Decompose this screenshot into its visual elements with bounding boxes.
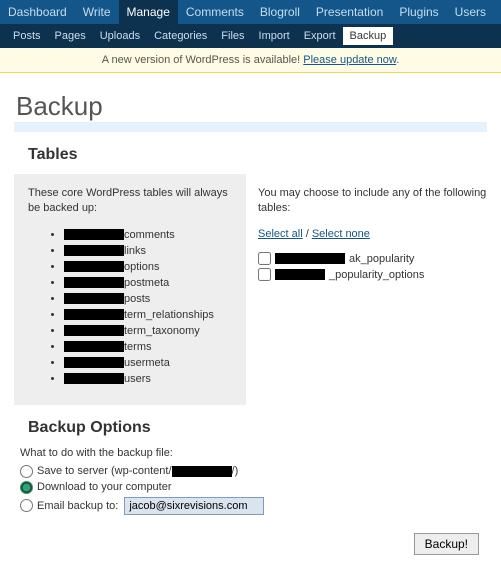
update-notice: A new version of WordPress is available!… bbox=[0, 48, 501, 73]
nav-blogroll[interactable]: Blogroll bbox=[252, 0, 308, 24]
notice-text: A new version of WordPress is available! bbox=[102, 54, 304, 66]
core-tables-list: comments links options postmeta posts te… bbox=[28, 227, 232, 387]
list-item: term_relationships bbox=[64, 307, 232, 323]
subnav-uploads[interactable]: Uploads bbox=[93, 27, 147, 45]
list-item: options bbox=[64, 259, 232, 275]
table-name: ak_popularity bbox=[349, 253, 414, 265]
table-name: _popularity_options bbox=[329, 269, 424, 281]
backup-options-label: What to do with the backup file: bbox=[20, 447, 487, 459]
core-tables-box: These core WordPress tables will always … bbox=[14, 174, 246, 405]
email-radio[interactable] bbox=[20, 499, 33, 512]
nav-dashboard[interactable]: Dashboard bbox=[0, 0, 75, 24]
select-all-link[interactable]: Select all bbox=[258, 228, 303, 240]
subnav-pages[interactable]: Pages bbox=[48, 27, 93, 45]
optional-intro: You may choose to include any of the fol… bbox=[258, 186, 487, 217]
list-item: term_taxonomy bbox=[64, 323, 232, 339]
email-field[interactable] bbox=[124, 497, 264, 515]
nav-write[interactable]: Write bbox=[75, 0, 119, 24]
nav-comments[interactable]: Comments bbox=[178, 0, 252, 24]
secondary-nav: Posts Pages Uploads Categories Files Imp… bbox=[0, 24, 501, 48]
subnav-import[interactable]: Import bbox=[252, 27, 297, 45]
page-title: Backup bbox=[14, 87, 487, 132]
nav-presentation[interactable]: Presentation bbox=[308, 0, 391, 24]
list-item: links bbox=[64, 243, 232, 259]
subnav-backup[interactable]: Backup bbox=[343, 27, 394, 45]
optional-table-row: ak_popularity bbox=[258, 252, 487, 265]
link-separator: / bbox=[303, 228, 312, 240]
backup-options-heading: Backup Options bbox=[28, 419, 487, 437]
list-item: comments bbox=[64, 227, 232, 243]
update-link[interactable]: Please update now bbox=[303, 54, 396, 66]
download-radio[interactable] bbox=[20, 481, 33, 494]
primary-nav: Dashboard Write Manage Comments Blogroll… bbox=[0, 0, 501, 24]
redacted-prefix bbox=[275, 253, 345, 264]
list-item: users bbox=[64, 371, 232, 387]
email-label: Email backup to: bbox=[37, 500, 118, 512]
list-item: usermeta bbox=[64, 355, 232, 371]
download-label: Download to your computer bbox=[37, 481, 172, 493]
list-item: terms bbox=[64, 339, 232, 355]
save-server-label: Save to server (wp-content//) bbox=[37, 465, 238, 477]
backup-button[interactable]: Backup! bbox=[414, 533, 479, 555]
optional-tables-box: You may choose to include any of the fol… bbox=[258, 174, 487, 405]
redacted-prefix bbox=[275, 269, 325, 280]
select-none-link[interactable]: Select none bbox=[312, 228, 370, 240]
subnav-export[interactable]: Export bbox=[297, 27, 343, 45]
list-item: posts bbox=[64, 291, 232, 307]
table-checkbox[interactable] bbox=[258, 268, 271, 281]
subnav-categories[interactable]: Categories bbox=[147, 27, 214, 45]
nav-users[interactable]: Users bbox=[447, 0, 494, 24]
backup-options-form: What to do with the backup file: Save to… bbox=[20, 447, 487, 515]
optional-table-row: _popularity_options bbox=[258, 268, 487, 281]
core-intro: These core WordPress tables will always … bbox=[28, 186, 232, 217]
subnav-files[interactable]: Files bbox=[214, 27, 251, 45]
table-checkbox[interactable] bbox=[258, 252, 271, 265]
nav-plugins[interactable]: Plugins bbox=[391, 0, 446, 24]
list-item: postmeta bbox=[64, 275, 232, 291]
nav-options[interactable]: Options bbox=[494, 0, 501, 24]
save-server-radio[interactable] bbox=[20, 465, 33, 478]
nav-manage[interactable]: Manage bbox=[119, 0, 178, 24]
tables-heading: Tables bbox=[28, 146, 487, 164]
subnav-posts[interactable]: Posts bbox=[6, 27, 48, 45]
